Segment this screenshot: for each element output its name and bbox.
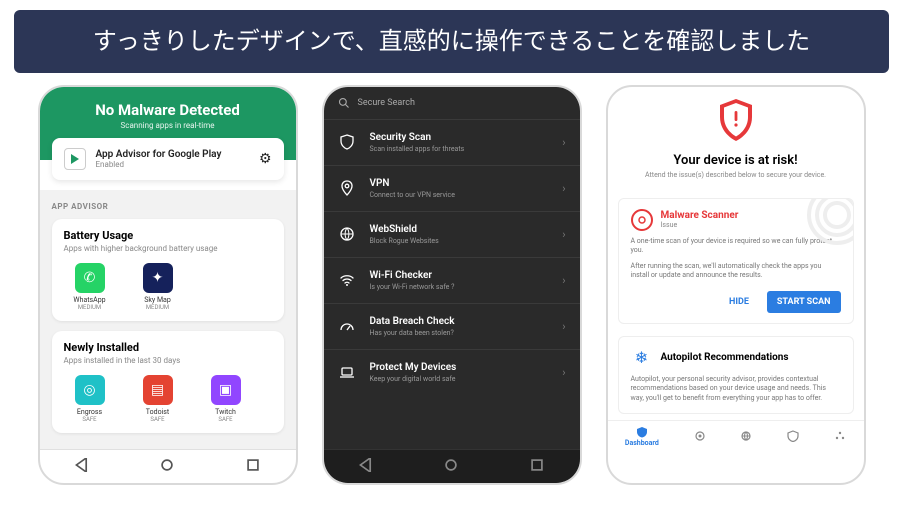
nav-back-icon[interactable] (359, 457, 373, 476)
malware-sub: Scanning apps in real-time (40, 121, 296, 130)
feature-item-3[interactable]: Wi-Fi CheckerIs your Wi-Fi network safe … (324, 257, 580, 303)
malware-body2: After running the scan, we'll automatica… (631, 262, 841, 281)
newly-title: Newly Installed (64, 341, 272, 354)
tab-3[interactable] (740, 430, 752, 443)
malware-title: No Malware Detected (40, 101, 296, 119)
scanner-icon (631, 209, 653, 231)
newly-panel[interactable]: Newly Installed Apps installed in the la… (52, 331, 284, 433)
newly-app-2[interactable]: ▣ Twitch SAFE (200, 375, 252, 423)
chevron-right-icon: › (562, 366, 565, 379)
play-icon (64, 148, 86, 170)
caption-banner: すっきりしたデザインで、直感的に操作できることを確認しました (14, 10, 889, 73)
laptop-icon (338, 364, 356, 380)
autopilot-title: Autopilot Recommendations (661, 352, 789, 363)
app-advisor-card[interactable]: App Advisor for Google Play Enabled ⚙ (52, 138, 284, 180)
app-advisor-label: APP ADVISOR (52, 202, 284, 211)
tab-4[interactable] (787, 430, 799, 443)
secure-search[interactable]: Secure Search (324, 87, 580, 119)
autopilot-body: Autopilot, your personal security adviso… (631, 375, 841, 403)
newly-sub: Apps installed in the last 30 days (64, 356, 272, 365)
tab-dashboard[interactable]: Dashboard (625, 426, 659, 447)
malware-scanner-card: Malware Scanner Issue A one-time scan of… (618, 198, 854, 324)
shield-icon (338, 134, 356, 150)
autopilot-icon: ❄ (631, 347, 653, 369)
pin-icon (338, 180, 356, 196)
hide-button[interactable]: HIDE (721, 291, 757, 313)
autopilot-card: ❄ Autopilot Recommendations Autopilot, y… (618, 336, 854, 414)
advisor-status: Enabled (96, 160, 249, 169)
feature-item-4[interactable]: Data Breach CheckHas your data been stol… (324, 303, 580, 349)
android-navbar (40, 449, 296, 483)
search-icon (338, 97, 350, 109)
rings-icon (807, 198, 854, 245)
start-scan-button[interactable]: START SCAN (767, 291, 841, 313)
chevron-right-icon: › (562, 182, 565, 195)
feature-item-1[interactable]: VPNConnect to our VPN service› (324, 165, 580, 211)
nav-recent-icon[interactable] (530, 457, 544, 476)
phones-row: No Malware Detected Scanning apps in rea… (0, 85, 903, 485)
search-placeholder: Secure Search (358, 98, 415, 108)
chevron-right-icon: › (562, 274, 565, 287)
advisor-title: App Advisor for Google Play (96, 149, 249, 160)
android-navbar (324, 449, 580, 483)
globe-icon (338, 226, 356, 242)
malware-issue: Issue (661, 221, 739, 229)
chevron-right-icon: › (562, 136, 565, 149)
newly-app-0[interactable]: ◎ Engross SAFE (64, 375, 116, 423)
battery-app-0[interactable]: ✆ WhatsApp MEDIUM (64, 263, 116, 311)
risk-title: Your device is at risk! (622, 153, 850, 168)
battery-panel[interactable]: Battery Usage Apps with higher backgroun… (52, 219, 284, 321)
chevron-right-icon: › (562, 228, 565, 241)
feature-item-2[interactable]: WebShieldBlock Rogue Websites› (324, 211, 580, 257)
phone-2: Secure Search Security ScanScan installe… (322, 85, 582, 485)
malware-title: Malware Scanner (661, 210, 739, 221)
feature-item-5[interactable]: Protect My DevicesKeep your digital worl… (324, 349, 580, 395)
bottom-tabs: Dashboard (608, 420, 864, 452)
gauge-icon (338, 318, 356, 334)
battery-app-1[interactable]: ✦ Sky Map MEDIUM (132, 263, 184, 311)
risk-sub: Attend the issue(s) described below to s… (622, 171, 850, 180)
feature-list: Security ScanScan installed apps for thr… (324, 119, 580, 449)
battery-title: Battery Usage (64, 229, 272, 242)
wifi-icon (338, 272, 356, 288)
newly-app-1[interactable]: ▤ Todoist SAFE (132, 375, 184, 423)
shield-alert-icon (716, 97, 756, 143)
phone-3: Your device is at risk! Attend the issue… (606, 85, 866, 485)
nav-recent-icon[interactable] (246, 457, 260, 476)
tab-5[interactable] (834, 430, 846, 443)
feature-item-0[interactable]: Security ScanScan installed apps for thr… (324, 119, 580, 165)
chevron-right-icon: › (562, 320, 565, 333)
battery-sub: Apps with higher background battery usag… (64, 244, 272, 253)
gear-icon[interactable]: ⚙ (259, 151, 272, 167)
nav-home-icon[interactable] (160, 457, 174, 476)
phone-1: No Malware Detected Scanning apps in rea… (38, 85, 298, 485)
nav-back-icon[interactable] (75, 457, 89, 476)
nav-home-icon[interactable] (444, 457, 458, 476)
tab-2[interactable] (694, 430, 706, 443)
